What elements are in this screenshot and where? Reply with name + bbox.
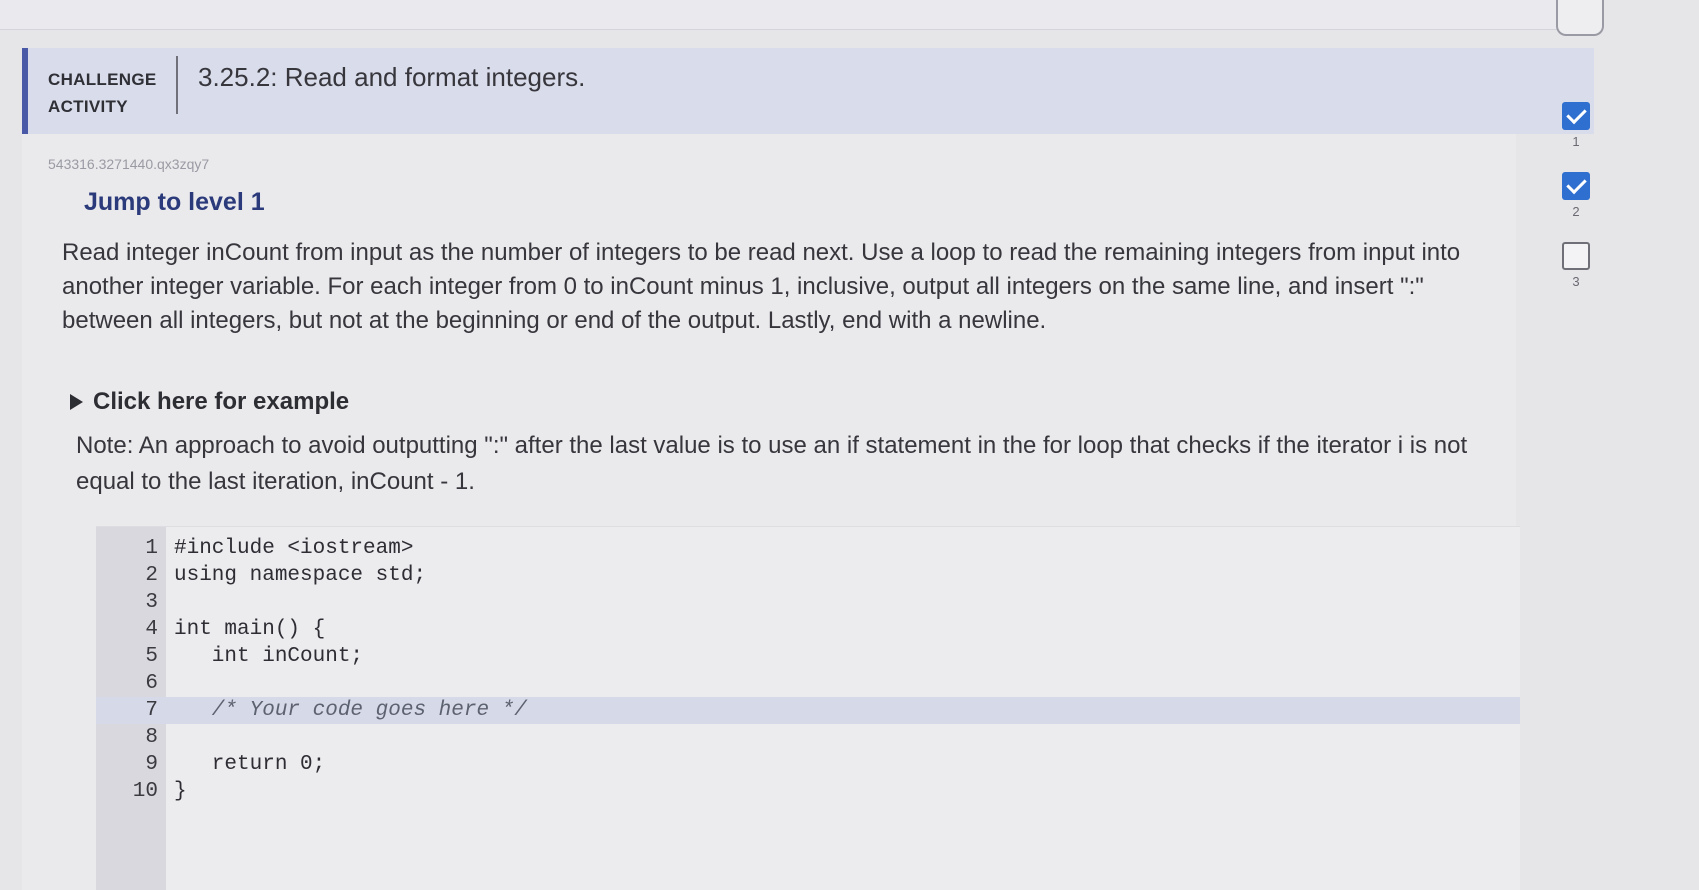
line-number: 7 [145,699,158,722]
level-2-checkbox[interactable] [1562,172,1590,200]
code-text: /* Your code goes here */ [174,699,527,722]
line-number: 8 [145,726,158,749]
note-text-content: Note: An approach to avoid outputting ":… [76,432,1468,495]
challenge-activity-label: CHALLENGE ACTIVITY [48,70,157,116]
line-number: 3 [145,591,158,614]
code-text: using namespace std; [174,564,427,587]
line-number: 2 [145,564,158,587]
code-text: return 0; [174,753,326,776]
line-number: 6 [145,672,158,695]
level-2-number: 2 [1572,204,1580,219]
level-progress-sidebar: 1 2 3 [1536,0,1616,890]
example-toggle[interactable]: Click here for example [70,388,349,416]
line-number: 9 [145,753,158,776]
code-line-10[interactable]: 10 } [96,778,1520,805]
note-paragraph: Note: An approach to avoid outputting ":… [76,428,1496,500]
code-line-5[interactable]: 5 int inCount; [96,643,1520,670]
level-1-number: 1 [1572,134,1580,149]
code-line-8[interactable]: 8 [96,724,1520,751]
expand-triangle-icon [70,394,83,410]
line-number: 10 [132,780,158,803]
code-line-6[interactable]: 6 [96,670,1520,697]
code-line-7[interactable]: 7 /* Your code goes here */ [96,697,1520,724]
top-strip [0,0,1560,30]
code-text: #include <iostream> [174,537,414,560]
header-divider [176,56,178,114]
code-line-4[interactable]: 4 int main() { [96,616,1520,643]
line-number: 1 [145,537,158,560]
code-line-2[interactable]: 2 using namespace std; [96,562,1520,589]
prompt-text: Read integer inCount from input as the n… [62,239,1461,334]
code-text: int inCount; [174,645,364,668]
code-line-3[interactable]: 3 [96,589,1520,616]
code-text: int main() { [174,618,326,641]
level-heading: Jump to level 1 [84,188,265,216]
level-3-number: 3 [1572,274,1580,289]
sidebar-tab[interactable] [1556,0,1604,36]
level-3-checkbox[interactable] [1562,242,1590,270]
line-number: 4 [145,618,158,641]
code-line-1[interactable]: 1 #include <iostream> [96,535,1520,562]
challenge-header: CHALLENGE ACTIVITY 3.25.2: Read and form… [22,48,1594,134]
code-text: } [174,780,187,803]
line-number: 5 [145,645,158,668]
activity-id: 543316.3271440.qx3zqy7 [48,156,210,172]
code-line-9[interactable]: 9 return 0; [96,751,1520,778]
example-toggle-label: Click here for example [93,388,350,415]
code-editor[interactable]: 1 #include <iostream> 2 using namespace … [96,526,1520,890]
activity-title: 3.25.2: Read and format integers. [198,62,586,92]
level-1-checkbox[interactable] [1562,102,1590,130]
